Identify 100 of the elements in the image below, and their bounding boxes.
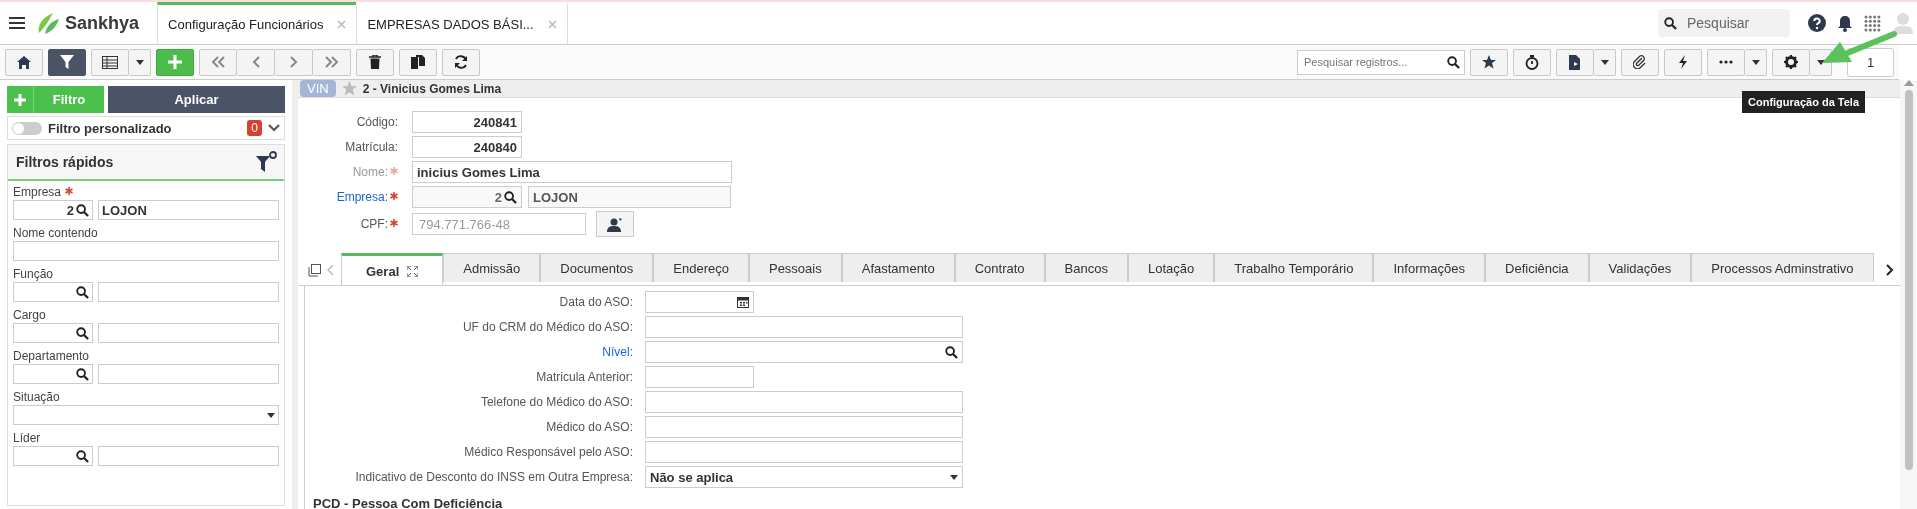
text-field[interactable]: [645, 441, 963, 463]
description-field[interactable]: LOJON: [528, 186, 731, 208]
last-record-button[interactable]: [313, 48, 351, 76]
description-field[interactable]: [98, 364, 279, 384]
chevron-down-icon[interactable]: [268, 124, 280, 132]
tab[interactable]: Processos Adminstrativo: [1691, 253, 1874, 282]
attachment-button[interactable]: [1621, 48, 1659, 76]
text-field[interactable]: 240841: [412, 111, 522, 133]
favorite-button[interactable]: [1470, 48, 1508, 76]
code-field[interactable]: [13, 364, 93, 384]
text-field[interactable]: inicius Gomes Lima: [412, 161, 732, 183]
person-button[interactable]: [596, 211, 634, 237]
search-icon: [76, 326, 89, 340]
menu-icon[interactable]: [9, 17, 25, 29]
grid-view-button[interactable]: [91, 48, 129, 76]
search-icon: [1447, 55, 1460, 69]
home-button[interactable]: [5, 48, 43, 76]
tab[interactable]: Informações: [1373, 253, 1485, 282]
lookup-field[interactable]: [645, 341, 963, 363]
description-field[interactable]: [98, 323, 279, 343]
delete-button[interactable]: [356, 48, 394, 76]
lightning-icon: [1678, 55, 1688, 69]
report-button[interactable]: [1556, 48, 1594, 76]
table-icon: [102, 55, 118, 69]
field-label: Líder: [13, 431, 41, 445]
tab[interactable]: Bancos: [1044, 253, 1128, 282]
filter-button[interactable]: [48, 48, 86, 76]
description-field[interactable]: [98, 282, 279, 302]
star-icon[interactable]: [341, 81, 357, 96]
code-field[interactable]: [13, 323, 93, 343]
dropdown-button[interactable]: [1810, 48, 1832, 76]
count-badge: 0: [247, 120, 262, 136]
filter-settings-icon[interactable]: [256, 151, 278, 173]
select-field[interactable]: [13, 405, 279, 425]
refresh-button[interactable]: [442, 48, 480, 76]
text-field[interactable]: [645, 416, 963, 438]
field-link[interactable]: Empresa:: [336, 190, 388, 204]
tab[interactable]: Geral: [341, 253, 444, 285]
text-field[interactable]: 794.771.766-48: [417, 215, 581, 233]
search-field[interactable]: Pesquisar: [1685, 14, 1779, 32]
description-field[interactable]: [98, 446, 279, 466]
search-icon: [76, 285, 89, 299]
dropdown-button[interactable]: [1594, 48, 1616, 76]
date-field[interactable]: [645, 291, 754, 313]
dropdown-button[interactable]: [129, 48, 151, 76]
bell-icon[interactable]: [1838, 14, 1852, 32]
actions-button[interactable]: [1664, 48, 1702, 76]
text-field[interactable]: [645, 366, 754, 388]
tab[interactable]: Contrato: [954, 253, 1045, 282]
apps-grid-icon[interactable]: [1864, 14, 1881, 32]
tab[interactable]: Validações: [1588, 253, 1692, 282]
apply-button[interactable]: Aplicar: [108, 86, 285, 113]
expand-icon[interactable]: [407, 265, 419, 277]
description-field[interactable]: LOJON: [98, 200, 279, 220]
tab[interactable]: Admissão: [443, 253, 541, 282]
more-icon: [1719, 60, 1733, 64]
record-badge: VIN: [300, 80, 336, 97]
tab[interactable]: Deficiência: [1485, 253, 1589, 282]
page-number-field[interactable]: 1: [1847, 47, 1894, 77]
field-label: Nome contendo: [13, 226, 98, 240]
text-field[interactable]: [645, 316, 963, 338]
text-field[interactable]: [13, 241, 279, 261]
tab[interactable]: Lotação: [1127, 253, 1215, 282]
search-field[interactable]: Pesquisar: [1658, 9, 1790, 37]
code-field[interactable]: [13, 282, 93, 302]
duplicate-button[interactable]: [399, 48, 437, 76]
double-chevron-right-icon: [324, 56, 339, 68]
select-field[interactable]: Não se aplica: [645, 466, 963, 488]
tab[interactable]: Pessoais: [748, 253, 842, 282]
code-field[interactable]: 2: [13, 200, 93, 220]
next-record-button[interactable]: [275, 48, 313, 76]
text-field[interactable]: [645, 391, 963, 413]
caret-icon: [267, 412, 275, 418]
scrollbar[interactable]: [1900, 80, 1917, 509]
search-records-field[interactable]: Pesquisar registros...: [1297, 49, 1465, 75]
field-link[interactable]: Nível:: [602, 345, 633, 359]
text-field[interactable]: 240840: [412, 136, 522, 158]
toggle-switch[interactable]: [12, 121, 42, 135]
chevron-right-icon[interactable]: [1886, 264, 1894, 276]
tab[interactable]: Documentos: [540, 253, 654, 282]
timer-button[interactable]: [1513, 48, 1551, 76]
scroll-up-icon[interactable]: [1903, 80, 1914, 86]
field-label: Telefone do Médico do ASO:: [480, 395, 633, 409]
code-field[interactable]: [13, 446, 93, 466]
tab[interactable]: Afastamento: [841, 253, 955, 282]
code-field[interactable]: 2: [412, 186, 522, 208]
paperclip-icon: [1633, 55, 1647, 69]
tab[interactable]: Trabalho Temporário: [1214, 253, 1374, 282]
search-icon: [76, 203, 89, 217]
copy-icon[interactable]: [308, 263, 321, 277]
add-button[interactable]: [156, 48, 194, 76]
field-label: CPF:: [360, 217, 388, 231]
help-icon[interactable]: [1808, 14, 1826, 32]
dropdown-button[interactable]: [1745, 48, 1767, 76]
settings-button[interactable]: [1772, 48, 1810, 76]
tab[interactable]: Endereço: [653, 253, 749, 282]
text-field[interactable]: 794.771.766-48: [412, 213, 586, 235]
previous-record-button[interactable]: [237, 48, 275, 76]
document-tab[interactable]: EMPRESAS DADOS BÁSI...: [356, 2, 568, 44]
first-record-button[interactable]: [199, 48, 237, 76]
